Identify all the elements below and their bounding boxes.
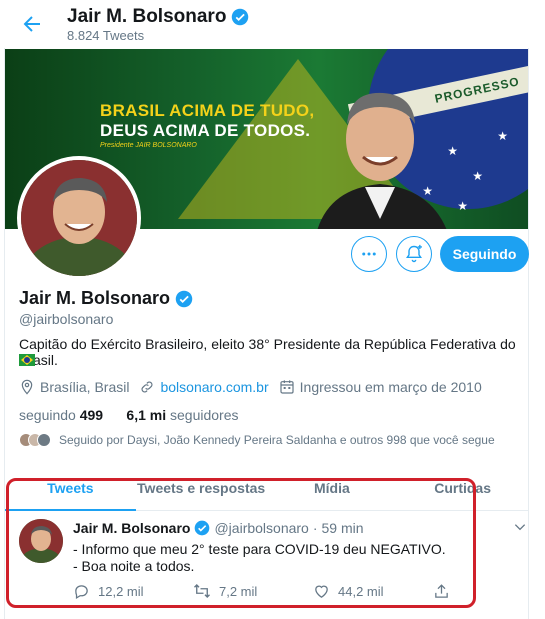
more-icon — [362, 252, 376, 256]
tab-likes[interactable]: Curtidas — [397, 473, 528, 510]
tab-tweets[interactable]: Tweets — [5, 473, 136, 511]
topbar-name: Jair M. Bolsonaro — [67, 6, 227, 27]
verified-icon — [195, 520, 210, 536]
star-icon: ★ — [457, 199, 468, 213]
following-button[interactable]: Seguindo — [440, 236, 529, 272]
back-arrow-icon[interactable] — [20, 12, 44, 36]
tweet-line: - Informo que meu 2° teste para COVID-19… — [73, 541, 446, 557]
calendar-icon — [280, 380, 294, 394]
following-count: 499 — [79, 407, 104, 423]
reply-button[interactable]: 12,2 mil — [73, 582, 193, 600]
followed-by-row[interactable]: Seguido por Daysi, João Kennedy Pereira … — [19, 433, 495, 447]
reply-icon — [75, 584, 88, 599]
retweet-count: 7,2 mil — [219, 583, 258, 599]
tweet-avatar-image — [19, 519, 63, 563]
tab-media[interactable]: Mídia — [267, 473, 398, 510]
tweet-actions: 12,2 mil 7,2 mil 44,2 mil — [73, 582, 463, 600]
notifications-button[interactable] — [396, 236, 432, 272]
followers-stat[interactable]: 6,1 mi seguidores — [126, 407, 238, 423]
website-link[interactable]: bolsonaro.com.br — [160, 379, 268, 395]
verified-icon — [232, 8, 249, 26]
avatar-image — [21, 160, 137, 276]
link-icon — [141, 381, 153, 393]
profile-avatar[interactable] — [17, 156, 141, 280]
retweet-icon — [194, 584, 210, 598]
followers-count: 6,1 mi — [126, 407, 167, 423]
like-count: 44,2 mil — [338, 583, 384, 599]
tweet-separator: · — [312, 520, 318, 536]
banner-portrait — [317, 92, 447, 229]
follower-avatar — [37, 433, 51, 447]
following-label: seguindo — [19, 407, 76, 423]
tweet[interactable]: Jair M. Bolsonaro @jairbolsonaro · 59 mi… — [5, 511, 528, 609]
more-button[interactable] — [351, 236, 387, 272]
profile-handle: @jairbolsonaro — [19, 311, 114, 327]
location-pin-icon — [21, 379, 33, 395]
brazil-flag-icon — [19, 354, 35, 366]
profile-name: Jair M. Bolsonaro — [19, 288, 171, 308]
profile-stats: seguindo 499 6,1 mi seguidores — [19, 407, 239, 423]
banner-slogan-line1: BRASIL ACIMA DE TUDO, — [100, 101, 315, 120]
like-button[interactable]: 44,2 mil — [313, 582, 433, 600]
tab-tweets-and-replies[interactable]: Tweets e respostas — [136, 473, 267, 510]
tweet-count: 8.824 Tweets — [67, 28, 145, 43]
joined-text: Ingressou em março de 2010 — [299, 379, 482, 395]
right-border — [528, 0, 529, 619]
retweet-button[interactable]: 7,2 mil — [193, 582, 313, 600]
profile-bio: Capitão do Exército Brasileiro, eleito 3… — [19, 336, 516, 368]
following-stat[interactable]: seguindo 499 — [19, 407, 107, 423]
star-icon: ★ — [472, 169, 483, 183]
topbar-title: Jair M. Bolsonaro — [67, 6, 249, 28]
bell-plus-icon — [406, 244, 422, 263]
profile-topbar: Jair M. Bolsonaro 8.824 Tweets — [0, 0, 545, 48]
profile-meta: Brasília, Brasil bolsonaro.com.br Ingres… — [19, 379, 492, 395]
tweet-text: - Informo que meu 2° teste para COVID-19… — [73, 541, 446, 575]
star-icon: ★ — [497, 129, 508, 143]
profile-name-row: Jair M. Bolsonaro — [19, 288, 193, 309]
banner-slogan-line2: DEUS ACIMA DE TODOS. — [100, 121, 311, 140]
followed-by-text: Seguido por Daysi, João Kennedy Pereira … — [59, 433, 495, 447]
chevron-down-icon — [514, 524, 526, 531]
tweet-avatar[interactable] — [19, 519, 63, 563]
location-item: Brasília, Brasil — [19, 379, 129, 395]
heart-icon — [315, 585, 328, 598]
verified-icon — [175, 290, 193, 307]
banner-signature: Presidente JAIR BOLSONARO — [100, 142, 197, 149]
profile-tabs: Tweets Tweets e respostas Mídia Curtidas — [5, 473, 528, 511]
tweet-author-handle[interactable]: @jairbolsonaro — [214, 520, 308, 536]
reply-count: 12,2 mil — [98, 583, 144, 599]
tweet-menu-button[interactable] — [513, 520, 527, 539]
location-text: Brasília, Brasil — [40, 379, 130, 395]
tweet-time[interactable]: 59 min — [322, 520, 364, 536]
share-button[interactable] — [433, 582, 463, 600]
share-icon — [435, 583, 448, 598]
tweet-header: Jair M. Bolsonaro @jairbolsonaro · 59 mi… — [73, 520, 364, 536]
followers-label: seguidores — [170, 407, 239, 423]
tweet-author-name[interactable]: Jair M. Bolsonaro — [73, 520, 190, 536]
website-item[interactable]: bolsonaro.com.br — [139, 379, 269, 395]
tweet-line: - Boa noite a todos. — [73, 558, 195, 574]
joined-item: Ingressou em março de 2010 — [279, 379, 482, 395]
